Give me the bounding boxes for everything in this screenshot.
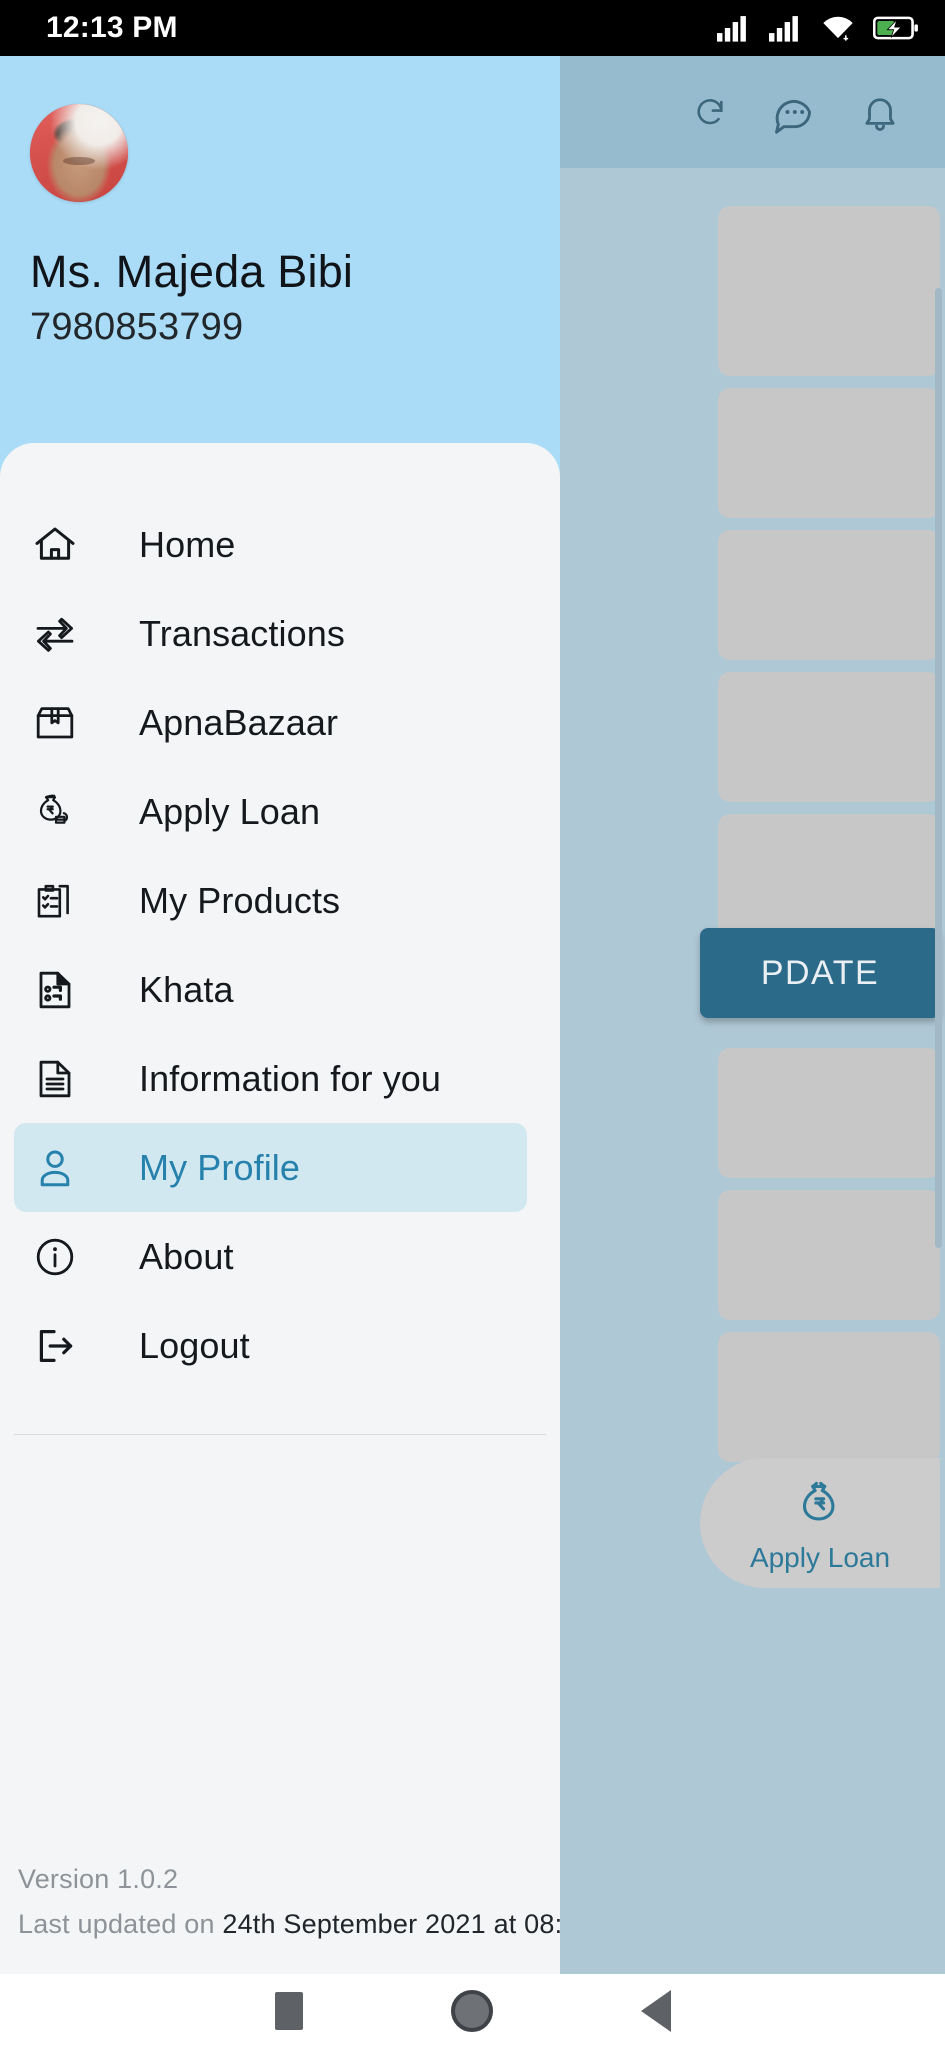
transfer-arrows-icon (31, 610, 91, 658)
clipboard-checklist-icon (31, 877, 91, 925)
avatar[interactable] (30, 104, 128, 202)
android-nav-bar (0, 1974, 945, 2048)
menu-item-label: Apply Loan (139, 790, 321, 832)
menu-item-label: Transactions (139, 612, 345, 654)
apply-loan-fab[interactable]: Apply Loan (700, 1458, 940, 1588)
drawer-body: Home Transactions ApnaBazaar Apply Loan … (0, 443, 560, 1974)
drawer-header: Ms. Majeda Bibi 7980853799 (0, 56, 560, 443)
user-name: Ms. Majeda Bibi (30, 246, 354, 297)
menu-item-label: About (139, 1235, 234, 1277)
menu-item-khata[interactable]: Khata (14, 945, 527, 1034)
menu-item-logout[interactable]: Logout (14, 1301, 527, 1390)
user-phone: 7980853799 (30, 306, 244, 348)
status-bar: 12:13 PM (0, 0, 945, 56)
background-card (718, 1048, 940, 1178)
menu-item-label: My Products (139, 879, 341, 921)
signal-bars-icon (769, 14, 803, 42)
menu-item-label: Home (139, 523, 236, 565)
document-lines-icon (31, 1055, 91, 1103)
last-updated-prefix: Last updated on (18, 1909, 223, 1939)
menu-item-label: Khata (139, 968, 234, 1010)
menu-item-label: Logout (139, 1324, 250, 1366)
avatar-photo (30, 104, 128, 202)
battery-charging-icon (873, 14, 919, 42)
phone-screen: PDATE Apply Loan Ms. Majeda Bibi 7980853… (0, 0, 945, 2048)
recents-square-icon[interactable] (274, 1992, 303, 2030)
background-card (718, 1190, 940, 1320)
logout-arrow-icon (31, 1322, 91, 1370)
chat-icon[interactable] (771, 90, 815, 134)
money-bag-rupee-icon (31, 788, 91, 836)
background-card (718, 672, 940, 802)
info-circle-icon (31, 1233, 91, 1281)
menu-item-transactions[interactable]: Transactions (14, 589, 527, 678)
home-icon (31, 521, 91, 569)
menu-item-apply-loan[interactable]: Apply Loan (14, 767, 527, 856)
package-box-icon (31, 699, 91, 747)
menu-item-label: ApnaBazaar (139, 701, 339, 743)
signal-bars-icon (717, 14, 751, 42)
footer-divider (14, 1434, 546, 1435)
last-updated: Last updated on 24th September 2021 at 0… (18, 1909, 560, 1940)
last-updated-date: 24th September 2021 at 08:00 pm (222, 1909, 560, 1939)
wifi-icon (821, 14, 855, 42)
background-card (718, 530, 940, 660)
refresh-icon[interactable] (693, 95, 727, 129)
background-card (718, 206, 940, 376)
menu-item-label: My Profile (139, 1146, 301, 1188)
navigation-drawer: Ms. Majeda Bibi 7980853799 Home Transact… (0, 56, 560, 1974)
menu-item-my-profile[interactable]: My Profile (14, 1123, 527, 1212)
document-list-icon (31, 966, 91, 1014)
menu-item-home[interactable]: Home (14, 500, 527, 589)
apply-loan-fab-label: Apply Loan (749, 1541, 891, 1573)
scrollbar[interactable] (935, 288, 942, 1248)
drawer-footer: Version 1.0.2 Last updated on 24th Septe… (18, 1864, 560, 1940)
background-card (718, 814, 940, 944)
menu-item-about[interactable]: About (14, 1212, 527, 1301)
app-version: Version 1.0.2 (18, 1864, 179, 1894)
update-button[interactable]: PDATE (700, 928, 940, 1018)
back-triangle-icon[interactable] (640, 1990, 671, 2032)
menu-item-apnabazaar[interactable]: ApnaBazaar (14, 678, 527, 767)
status-icon-group (717, 14, 919, 42)
background-card (718, 1332, 940, 1462)
money-bag-rupee-icon (789, 1473, 851, 1540)
home-circle-icon[interactable] (450, 1990, 493, 2032)
bell-icon[interactable] (859, 91, 901, 133)
menu-item-label: Information for you (139, 1057, 442, 1099)
person-icon (31, 1144, 91, 1192)
status-time: 12:13 PM (46, 11, 178, 44)
menu-item-my-products[interactable]: My Products (14, 856, 527, 945)
drawer-menu: Home Transactions ApnaBazaar Apply Loan … (0, 443, 560, 1390)
background-card (718, 388, 940, 518)
menu-item-information-for-you[interactable]: Information for you (14, 1034, 527, 1123)
